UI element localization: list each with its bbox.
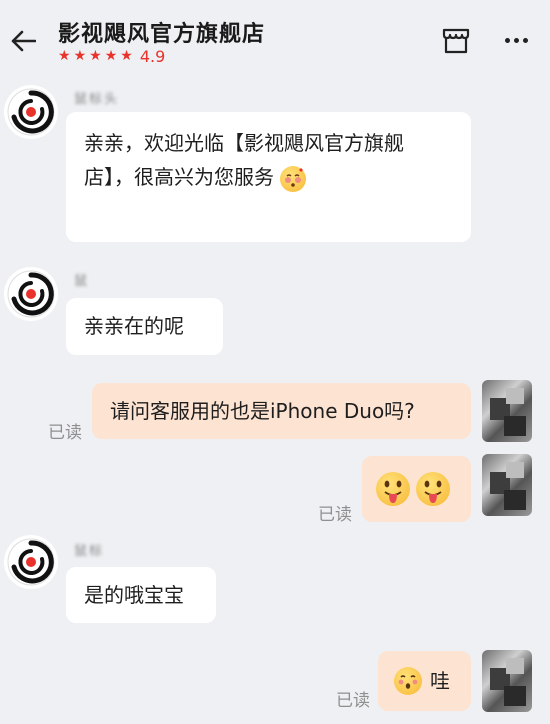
tongue-face-emoji-icon [416,472,450,506]
tongue-face-emoji-icon [376,472,410,506]
message-bubble-outgoing[interactable]: 哇 [378,651,471,711]
back-arrow-icon[interactable] [8,26,38,56]
read-status: 已读 [48,423,82,443]
shop-avatar[interactable] [4,267,58,321]
sender-name: 鼠标头 [74,92,120,107]
star-icon: ★ [58,48,71,64]
store-icon[interactable] [440,24,472,56]
shop-avatar[interactable] [4,535,58,589]
message-text: 哇 [430,669,450,693]
shop-avatar[interactable] [4,85,58,139]
message-bubble-outgoing[interactable] [362,456,471,522]
star-icon: ★ [120,48,133,64]
message-bubble-incoming[interactable]: 亲亲在的呢 [66,298,223,355]
message-bubble-incoming[interactable]: 是的哦宝宝 [66,567,216,623]
star-icon: ★ [73,48,87,64]
blush-face-emoji-icon [280,165,307,192]
user-avatar[interactable] [482,380,532,442]
sender-name: 鼠标 [74,544,105,559]
shop-logo-icon [7,538,55,586]
read-status: 已读 [318,505,352,525]
shop-rating: ★ ★ ★ ★ ★ 4.9 [58,46,165,66]
chat-header: 影视飓风官方旗舰店 ★ ★ ★ ★ ★ 4.9 [0,0,550,76]
message-text: 店】，很高兴为您服务 [84,160,453,194]
star-icon: ★ [89,48,102,64]
message-text: 是的哦宝宝 [84,583,184,607]
message-text: 请问客服用的也是iPhone Duo吗? [110,399,415,423]
read-status: 已读 [336,691,370,711]
message-bubble-outgoing[interactable]: 请问客服用的也是iPhone Duo吗? [92,383,471,439]
hushed-face-emoji-icon [394,667,422,695]
message-text: 亲亲在的呢 [84,314,184,338]
shop-title[interactable]: 影视飓风官方旗舰店 [58,16,265,48]
shop-logo-icon [7,88,55,136]
sender-name: 鼠 [74,274,90,289]
more-icon[interactable] [500,28,532,52]
star-icon: ★ [104,48,118,64]
message-bubble-incoming[interactable]: 亲亲，欢迎光临【影视飓风官方旗舰 店】，很高兴为您服务 [66,112,471,242]
user-avatar[interactable] [482,454,532,516]
shop-logo-icon [7,270,55,318]
rating-value: 4.9 [139,46,166,66]
user-avatar[interactable] [482,650,532,712]
message-text: 亲亲，欢迎光临【影视飓风官方旗舰 [84,131,404,155]
